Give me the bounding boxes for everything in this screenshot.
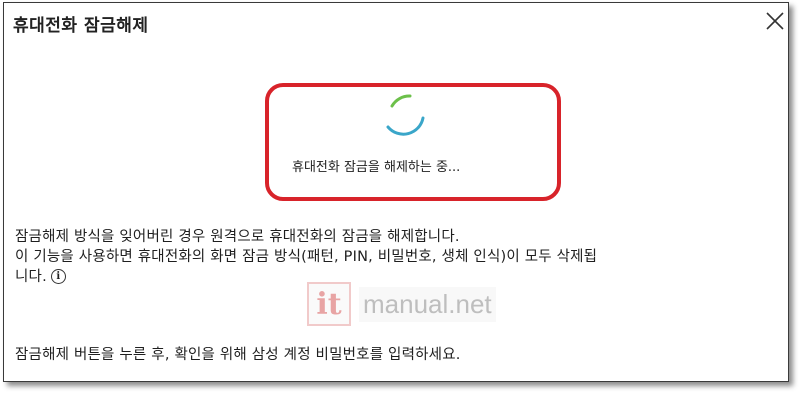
description-line: 이 기능을 사용하면 휴대전화의 화면 잠금 방식(패턴, PIN, 비밀번호,… [15, 249, 598, 265]
unlock-dialog: 휴대전화 잠금해제 휴대전화 잠금을 해제하는 중... 잠금해제 방식을 잊어… [3, 2, 789, 382]
dialog-title: 휴대전화 잠금해제 [13, 16, 149, 36]
info-icon[interactable]: i [50, 269, 66, 284]
description-text: 잠금해제 방식을 잊어버린 경우 원격으로 휴대전화의 잠금을 해제합니다. 이… [15, 227, 785, 287]
watermark-logo: it [307, 282, 351, 326]
watermark-text: manual.net [359, 286, 496, 322]
instruction-text: 잠금해제 버튼을 누른 후, 확인을 위해 삼성 계정 비밀번호를 입력하세요. [15, 347, 461, 363]
watermark: it manual.net [307, 279, 499, 329]
description-line-end: 니다. [15, 269, 47, 285]
loading-spinner-icon [374, 86, 434, 146]
close-icon[interactable] [761, 7, 789, 35]
description-line: 잠금해제 방식을 잊어버린 경우 원격으로 휴대전화의 잠금을 해제합니다. [15, 229, 460, 245]
loading-status-text: 휴대전화 잠금을 해제하는 중... [292, 160, 461, 175]
